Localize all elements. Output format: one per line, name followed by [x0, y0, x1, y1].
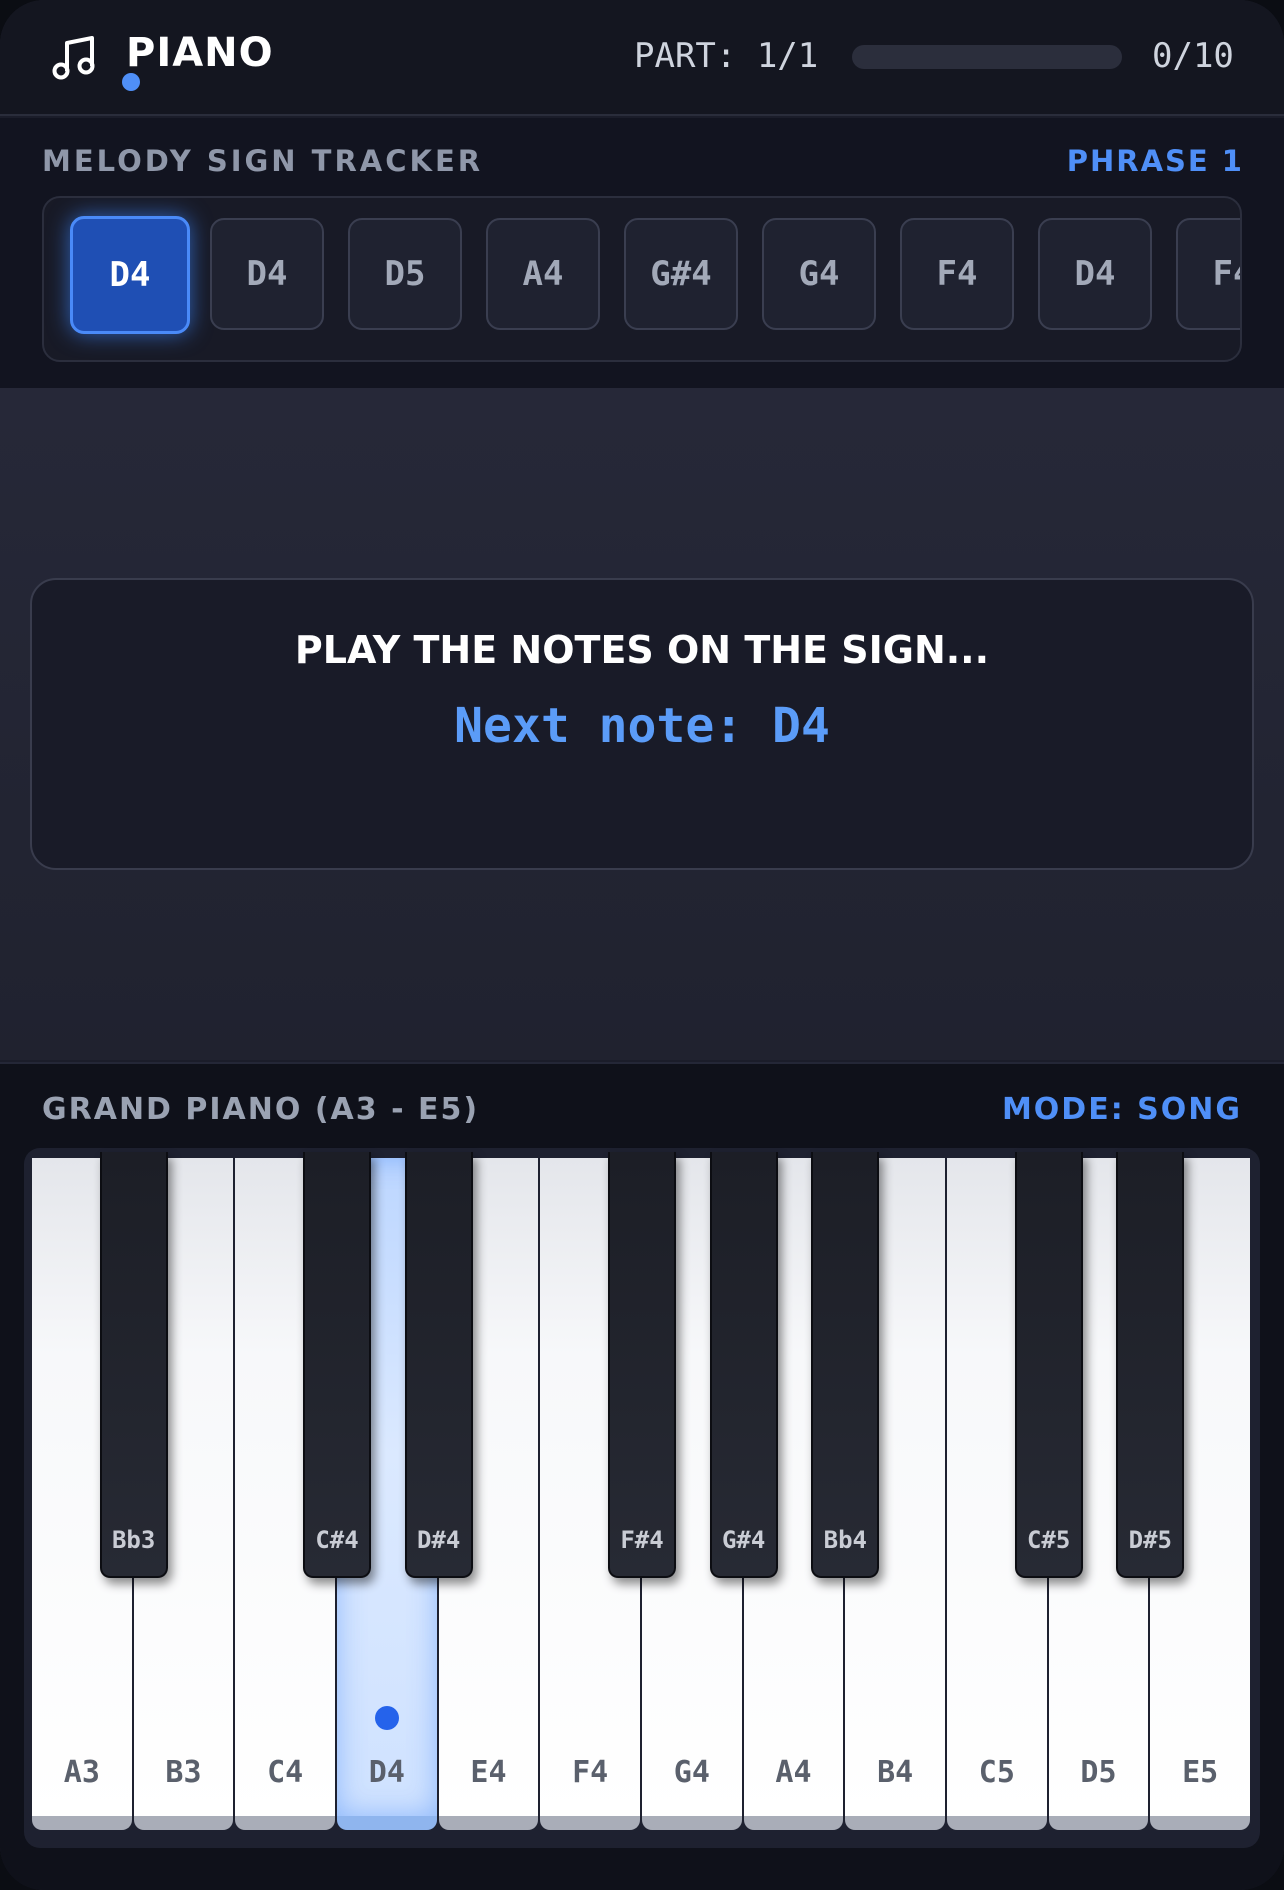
black-key-label: Bb4	[823, 1526, 867, 1554]
header-bar: PIANO PART: 1/1 0/10	[0, 0, 1284, 116]
piano-keyboard: A3 B3 C4 D4 E4 F4 G4 A4 B4 C5 D5 E5 Bb3 C#4 D#4 F#4 G#4 B…	[24, 1148, 1260, 1848]
piano-section: GRAND PIANO (A3 - E5) MODE: SONG A3 B3 C4 D…	[0, 1062, 1284, 1890]
white-key-label: B3	[165, 1755, 202, 1790]
black-key-g-sharp4[interactable]: G#4	[709, 1152, 778, 1578]
black-key-label: G#4	[721, 1526, 766, 1554]
black-key-c-sharp4[interactable]: C#4	[303, 1152, 371, 1578]
white-key-label: E5	[1182, 1755, 1219, 1790]
sign-note: G#4	[624, 218, 738, 330]
sign-note: D4	[70, 216, 190, 334]
black-key-label: D#5	[1128, 1526, 1172, 1554]
part-indicator: PART: 1/1	[634, 36, 819, 76]
sign-note: D4	[1038, 218, 1152, 330]
white-key-label: B4	[877, 1755, 914, 1790]
black-key-c-sharp5[interactable]: C#5	[1014, 1152, 1083, 1578]
black-key-d-sharp4[interactable]: D#4	[404, 1152, 473, 1578]
phrase-label: PHRASE 1	[1066, 144, 1244, 178]
active-key-dot	[374, 1706, 399, 1730]
next-note-label: Next note: D4	[454, 698, 830, 754]
sign-note: A4	[486, 218, 600, 330]
sign-notes-strip: D4D4D5A4G#4G4F4D4F4	[42, 196, 1242, 362]
piano-title: GRAND PIANO (A3 - E5)	[42, 1092, 480, 1127]
black-key-bb3[interactable]: Bb3	[99, 1152, 168, 1578]
tracker-cursor-dot	[122, 73, 140, 91]
white-key-label: C4	[267, 1755, 304, 1790]
black-key-label: C#5	[1026, 1526, 1071, 1554]
black-key-label: F#4	[620, 1526, 664, 1554]
white-key-label: A4	[775, 1755, 812, 1790]
music-note-icon	[52, 36, 95, 80]
white-key-label: C5	[978, 1755, 1015, 1790]
sign-note: F4	[900, 218, 1014, 330]
prompt-panel: PLAY THE NOTES ON THE SIGN... Next note:…	[30, 578, 1254, 870]
app-title: PIANO	[126, 30, 274, 76]
sign-note: D4	[210, 218, 324, 330]
mode-label: MODE: SONG	[1001, 1092, 1242, 1127]
sign-note: F4	[1176, 218, 1240, 330]
white-key-label: D5	[1080, 1755, 1117, 1790]
sign-note: D5	[348, 218, 462, 330]
black-key-label: D#4	[416, 1526, 461, 1554]
white-key-label: G4	[673, 1755, 710, 1790]
black-key-d-sharp5[interactable]: D#5	[1116, 1152, 1185, 1578]
play-area: PLAY THE NOTES ON THE SIGN... Next note:…	[0, 388, 1284, 1060]
prompt-text: PLAY THE NOTES ON THE SIGN...	[294, 628, 990, 672]
black-key-f-sharp4[interactable]: F#4	[608, 1152, 676, 1578]
black-key-label: Bb3	[111, 1526, 156, 1554]
white-key-label: A3	[63, 1755, 100, 1790]
white-key-label: E4	[470, 1755, 507, 1790]
black-key-bb4[interactable]: Bb4	[811, 1152, 880, 1578]
black-key-label: C#4	[315, 1526, 359, 1554]
white-key-label: F4	[572, 1755, 609, 1790]
piano-app: PIANO PART: 1/1 0/10 MELODY SIGN TRACKER…	[0, 0, 1284, 1890]
melody-sign-tracker: MELODY SIGN TRACKER PHRASE 1 D4 D4 D5 A4 G#4…	[0, 118, 1284, 388]
tracker-title: MELODY SIGN TRACKER	[42, 144, 484, 178]
progress-bar	[852, 45, 1122, 69]
note-count: 0/10	[1152, 36, 1234, 76]
sign-note: G4	[762, 218, 876, 330]
white-key-label: D4	[368, 1755, 405, 1790]
